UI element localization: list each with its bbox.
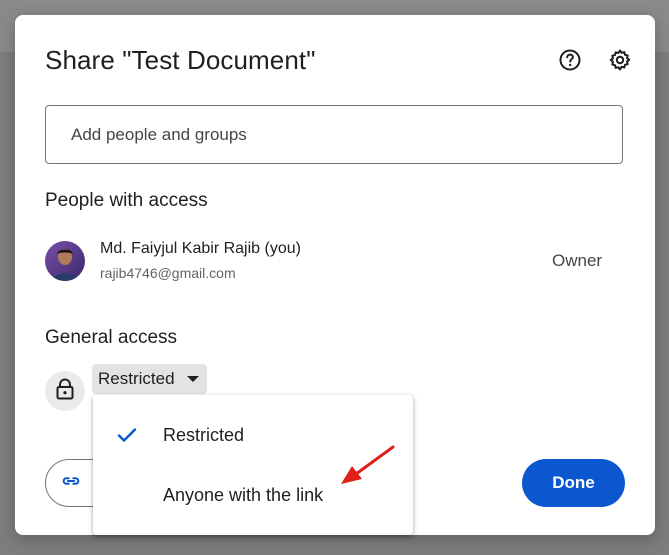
general-access-icon-container	[45, 371, 85, 411]
menu-item-restricted[interactable]: Restricted	[93, 407, 413, 463]
menu-item-anyone-with-link[interactable]: Anyone with the link	[93, 467, 413, 523]
check-icon	[115, 423, 139, 447]
gear-icon[interactable]	[608, 48, 632, 72]
link-icon	[60, 470, 82, 497]
lock-icon	[55, 378, 75, 405]
avatar	[45, 241, 85, 281]
general-access-dropdown[interactable]: Restricted	[92, 364, 207, 394]
caret-down-icon	[186, 376, 199, 382]
people-with-access-heading: People with access	[45, 190, 208, 211]
general-access-selected: Restricted	[98, 369, 175, 388]
done-button[interactable]: Done	[522, 459, 625, 507]
menu-item-label: Restricted	[163, 425, 245, 445]
help-circle-icon[interactable]	[558, 48, 582, 72]
dialog-title: Share "Test Document"	[45, 45, 316, 75]
general-access-heading: General access	[45, 327, 178, 348]
person-name: Md. Faiyjul Kabir Rajib (you)	[100, 240, 301, 257]
general-access-menu: Restricted Anyone with the link	[93, 395, 413, 535]
person-email: rajib4746@gmail.com	[100, 265, 236, 281]
person-role: Owner	[552, 251, 603, 270]
add-people-input[interactable]	[45, 105, 623, 164]
menu-item-label: Anyone with the link	[163, 485, 324, 505]
